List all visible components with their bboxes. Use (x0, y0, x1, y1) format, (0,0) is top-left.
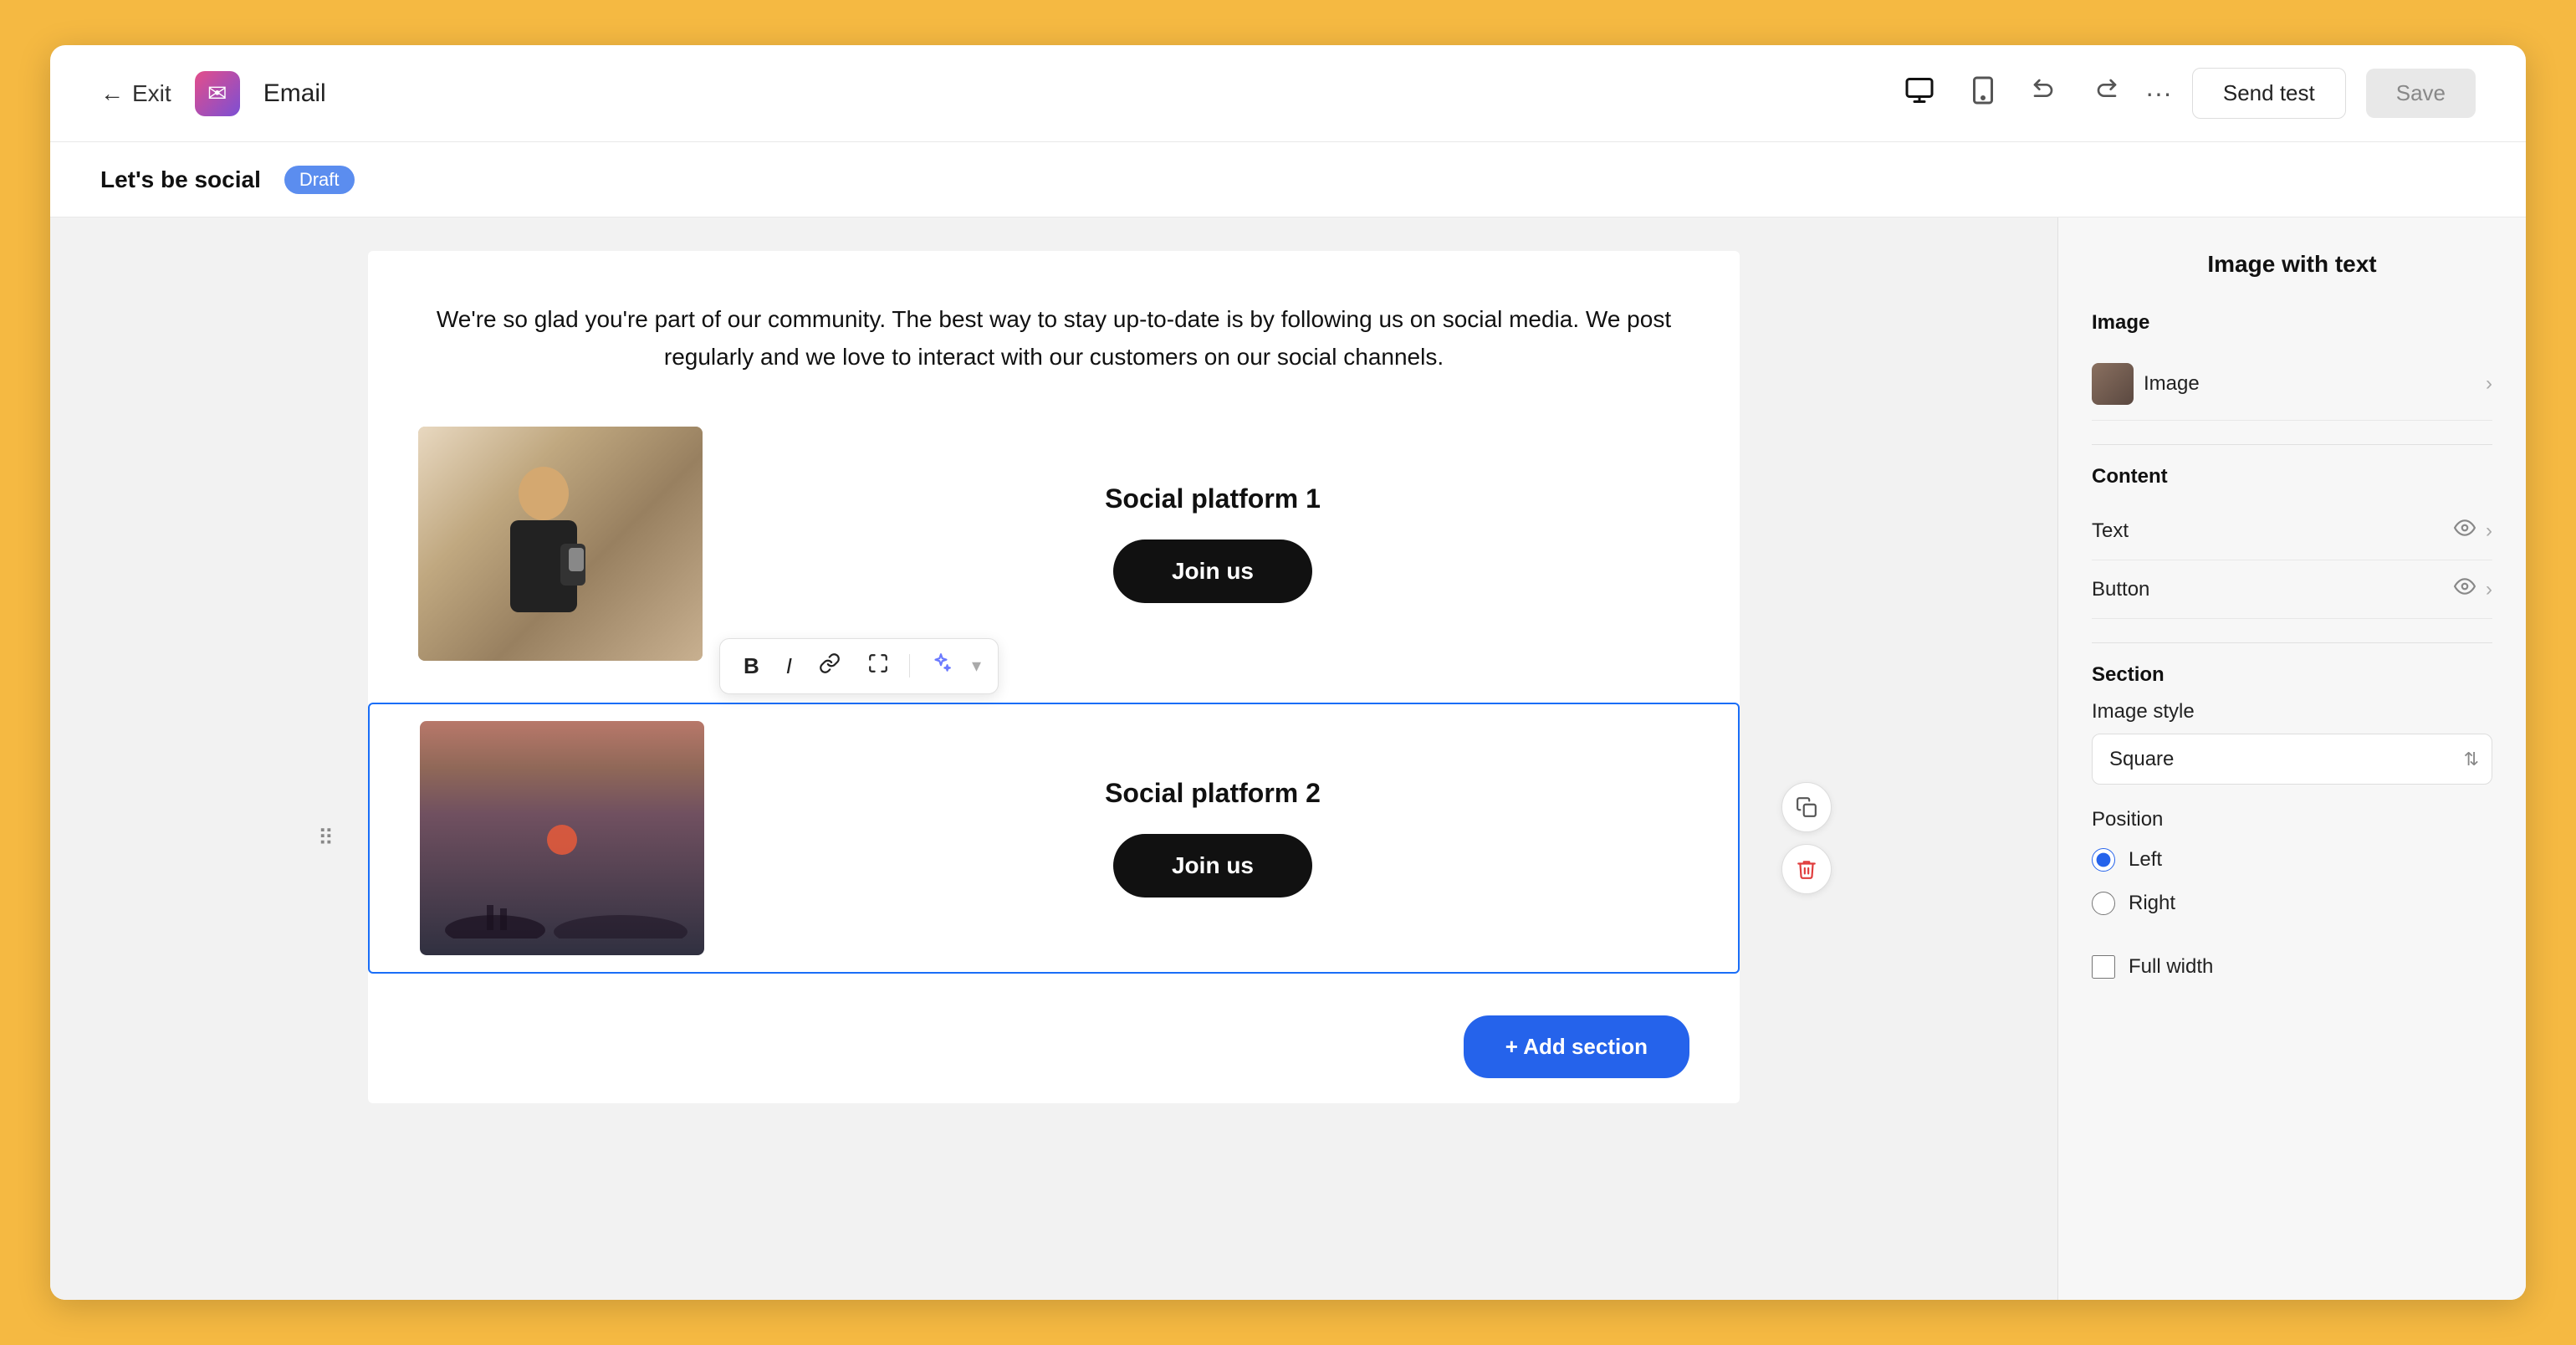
image-chevron-icon[interactable]: › (2486, 372, 2492, 396)
text-chevron-icon[interactable]: › (2486, 519, 2492, 543)
copy-button[interactable] (1781, 782, 1832, 832)
draft-badge: Draft (284, 166, 355, 194)
person-figure (460, 460, 627, 636)
position-label: Position (2092, 808, 2492, 831)
magic-button[interactable] (923, 649, 958, 683)
format-toolbar: B I ▾ (719, 638, 999, 694)
full-width-row[interactable]: Full width (2092, 945, 2492, 989)
position-left-label: Left (2129, 848, 2162, 872)
button-row[interactable]: Button › (2092, 560, 2492, 619)
section1-image (418, 427, 703, 661)
button-chevron-icon[interactable]: › (2486, 578, 2492, 601)
right-panel: Image with text Image Image › Content Te… (2057, 217, 2526, 1300)
silhouette (420, 888, 704, 938)
position-right-row[interactable]: Right (2092, 882, 2492, 925)
email-icon: ✉ (207, 79, 227, 107)
nav-icons: ··· Send test Save (1898, 68, 2476, 119)
mobile-view-button[interactable] (1961, 69, 2005, 119)
section2-content: Social platform 2 Join us (738, 778, 1688, 898)
dropdown-arrow[interactable]: ▾ (972, 655, 981, 677)
send-test-button[interactable]: Send test (2192, 68, 2346, 119)
section1-content: Social platform 1 Join us (736, 483, 1689, 603)
app-name: Email (263, 79, 326, 108)
position-left-radio[interactable] (2092, 848, 2115, 872)
main-layout: We're so glad you're part of our communi… (50, 217, 2526, 1300)
image-preview (2092, 363, 2134, 405)
full-width-checkbox[interactable] (2092, 955, 2115, 979)
undo-button[interactable] (2025, 70, 2065, 117)
image-label: Image (2144, 372, 2200, 396)
section-settings-label: Section (2092, 663, 2492, 687)
section1-join-button[interactable]: Join us (1113, 540, 1312, 603)
desktop-view-button[interactable] (1898, 69, 1941, 119)
position-group: Position Left Right (2092, 808, 2492, 925)
text-label: Text (2092, 519, 2129, 543)
image-section-label: Image (2092, 311, 2492, 335)
sunset-circle (547, 825, 577, 855)
exit-icon: ← (100, 80, 124, 107)
canvas-area: We're so glad you're part of our communi… (50, 217, 2057, 1300)
image-style-select[interactable]: Square Circle Rounded (2092, 734, 2492, 785)
content-section-label: Content (2092, 465, 2492, 488)
social-section-1[interactable]: Social platform 1 Join us B I (368, 410, 1740, 678)
bold-button[interactable]: B (737, 650, 766, 683)
section2-title: Social platform 2 (1105, 778, 1321, 809)
drag-handle[interactable]: ⠿ (318, 825, 334, 851)
exit-button[interactable]: ← Exit (100, 80, 171, 107)
social-section-2[interactable]: Social platform 2 Join us (368, 703, 1740, 974)
image-row-left: Image (2092, 363, 2200, 405)
text-eye-icon[interactable] (2454, 517, 2476, 545)
position-right-label: Right (2129, 892, 2175, 915)
position-right-radio[interactable] (2092, 892, 2115, 915)
link-button[interactable] (812, 649, 847, 683)
add-section-button[interactable]: + Add section (1464, 1015, 1689, 1078)
section1-title: Social platform 1 (1105, 483, 1321, 514)
image-style-subsection: Image style Square Circle Rounded ⇅ (2092, 700, 2492, 785)
panel-content-section: Content Text › Button (2092, 465, 2492, 619)
delete-button[interactable] (1781, 844, 1832, 894)
panel-title: Image with text (2092, 251, 2492, 278)
action-buttons (1781, 782, 1832, 894)
section2-join-button[interactable]: Join us (1113, 834, 1312, 898)
image-style-label: Image style (2092, 700, 2492, 724)
position-left-row[interactable]: Left (2092, 838, 2492, 882)
exit-label: Exit (132, 80, 171, 107)
intro-text: We're so glad you're part of our communi… (435, 301, 1673, 376)
button-label: Button (2092, 578, 2149, 601)
more-options-button[interactable]: ··· (2145, 78, 2172, 109)
panel-section-settings: Section Image style Square Circle Rounde… (2092, 663, 2492, 989)
main-window: ← Exit ✉ Email (50, 45, 2526, 1300)
intro-text-block: We're so glad you're part of our communi… (368, 251, 1740, 410)
social-section-2-wrapper: ⠿ (368, 703, 1740, 974)
app-icon: ✉ (195, 71, 240, 116)
button-eye-icon[interactable] (2454, 575, 2476, 603)
image-row[interactable]: Image › (2092, 348, 2492, 421)
redo-button[interactable] (2085, 70, 2125, 117)
add-section-wrapper: + Add section (368, 999, 1740, 1103)
sub-nav: Let's be social Draft (50, 142, 2526, 217)
save-button[interactable]: Save (2366, 69, 2476, 118)
top-nav: ← Exit ✉ Email (50, 45, 2526, 142)
variable-button[interactable] (861, 649, 896, 683)
doc-title: Let's be social (100, 166, 261, 193)
panel-image-section: Image Image › (2092, 311, 2492, 421)
text-row[interactable]: Text › (2092, 502, 2492, 560)
image-style-select-wrapper: Square Circle Rounded ⇅ (2092, 734, 2492, 785)
button-row-right: › (2454, 575, 2492, 603)
section2-image (420, 721, 704, 955)
italic-button[interactable]: I (779, 650, 799, 683)
full-width-label: Full width (2129, 955, 2213, 979)
email-canvas: We're so glad you're part of our communi… (368, 251, 1740, 1103)
text-row-right: › (2454, 517, 2492, 545)
